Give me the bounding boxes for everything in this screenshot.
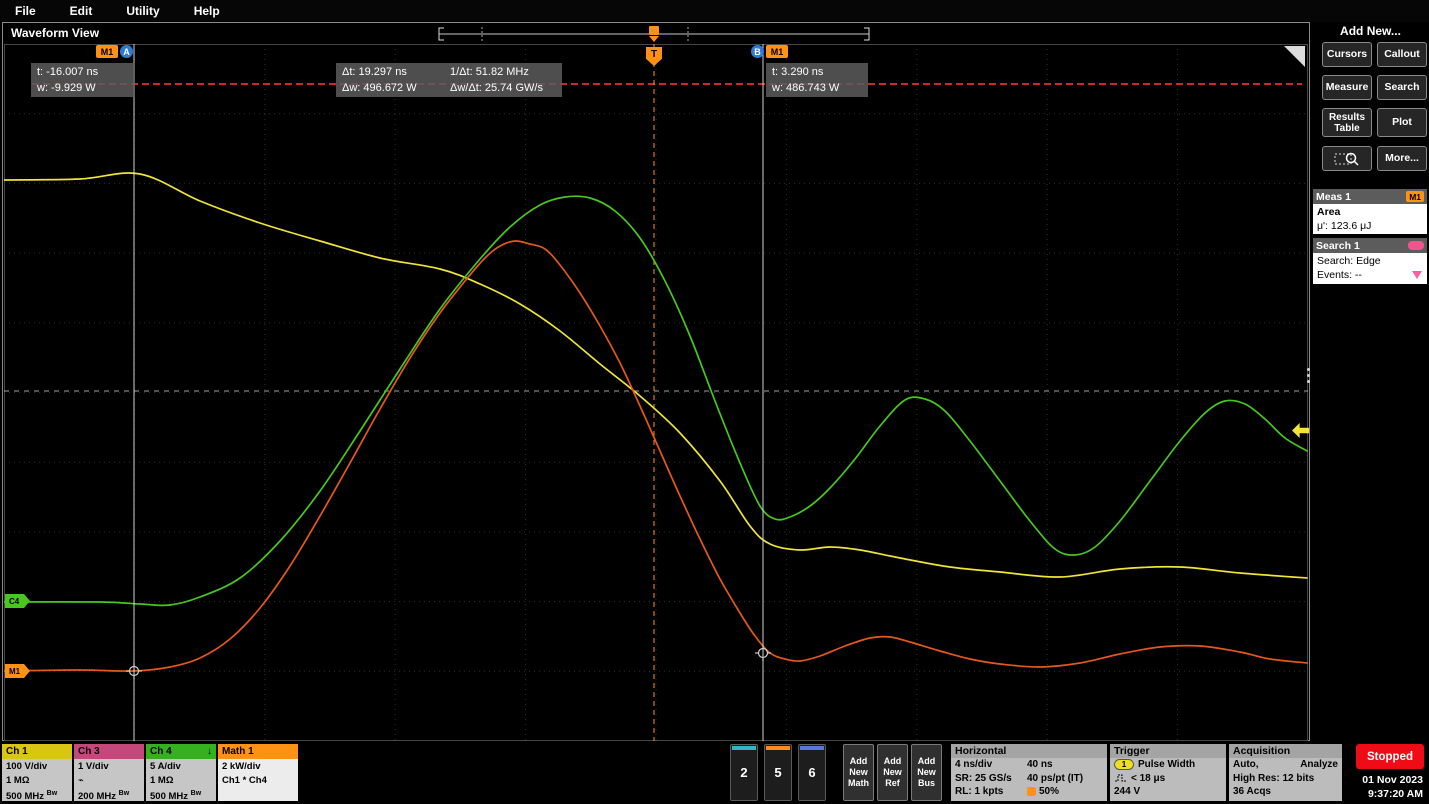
zoom-mode-button[interactable] — [1322, 146, 1372, 171]
menu-bar: File Edit Utility Help — [0, 0, 1429, 22]
add-new-math-button[interactable]: AddNewMath — [843, 744, 874, 801]
add-new-bus-button[interactable]: AddNewBus — [911, 744, 942, 801]
search1-header: Search 1 — [1316, 240, 1360, 252]
ch3-badge[interactable]: Ch 3 1 V/div ⌁ 200 MHz Bw — [74, 744, 144, 801]
ch3-coupling-icon: ⌁ — [78, 774, 140, 788]
cursor-a-readout: t: -16.007 ns w: -9.929 W — [31, 63, 135, 97]
plot-button[interactable]: Plot — [1377, 108, 1427, 137]
waveform-view-panel: Waveform View — [2, 22, 1310, 741]
results-sidebar: Add New... Cursors Callout Measure Searc… — [1312, 22, 1429, 741]
settings-bar: Ch 1 100 V/div 1 MΩ 500 MHz Bw Ch 3 1 V/… — [0, 741, 1429, 804]
acquisition-panel[interactable]: Acquisition Auto,Analyze High Res: 12 bi… — [1229, 744, 1342, 801]
graticule-grid — [4, 44, 1308, 741]
ch5-button[interactable]: 5 — [764, 744, 792, 801]
results-table-button[interactable]: Results Table — [1322, 108, 1372, 137]
horizontal-panel[interactable]: Horizontal 4 ns/div40 ns SR: 25 GS/s40 p… — [951, 744, 1107, 801]
cursor-delta-readout: Δt: 19.297 ns1/Δt: 51.82 MHz Δw: 496.672… — [336, 63, 562, 97]
ch2-color-stripe — [732, 746, 756, 750]
minimap-trigger-icon[interactable] — [649, 26, 659, 42]
cursor-a-badge[interactable]: A — [120, 45, 133, 58]
measure-button[interactable]: Measure — [1322, 75, 1372, 100]
panel-splitter-handle[interactable] — [1307, 368, 1310, 383]
ch4-clipping-arrow-icon: ↓ — [207, 746, 212, 757]
ch5-color-stripe — [766, 746, 790, 750]
ch1-badge[interactable]: Ch 1 100 V/div 1 MΩ 500 MHz Bw — [2, 744, 72, 801]
search1-events: Events: -- — [1317, 268, 1423, 282]
menu-help[interactable]: Help — [194, 4, 220, 18]
search-button[interactable]: Search — [1377, 75, 1427, 100]
ch2-button[interactable]: 2 — [730, 744, 758, 801]
trigger-source-badge: 1 — [1114, 759, 1134, 770]
waveform-view-title: Waveform View — [11, 26, 99, 40]
more-button[interactable]: More... — [1377, 146, 1427, 171]
pulse-width-icon — [1114, 773, 1128, 783]
add-new-ref-button[interactable]: AddNewRef — [877, 744, 908, 801]
menu-utility[interactable]: Utility — [126, 4, 159, 18]
trigger-panel[interactable]: Trigger 1Pulse Width < 18 μs 244 V — [1110, 744, 1226, 801]
trace-math1 — [4, 241, 1307, 671]
math1-badge[interactable]: Math 1 2 kW/div Ch1 * Ch4 — [218, 744, 298, 801]
cursor-b-badge[interactable]: B — [751, 45, 764, 58]
cursors-button[interactable]: Cursors — [1322, 42, 1372, 67]
waveform-plot — [4, 44, 1308, 741]
meas1-result-panel[interactable]: Meas 1 M1 Area μ': 123.6 μJ — [1313, 189, 1427, 234]
search-marker-icon — [1412, 271, 1422, 279]
menu-file[interactable]: File — [15, 4, 36, 18]
search1-marker-badge — [1408, 241, 1424, 250]
cursor-b-m1-badge[interactable]: M1 — [766, 45, 788, 58]
magnifier-icon — [1334, 151, 1360, 167]
record-view-minimap[interactable] — [437, 25, 871, 43]
oscilloscope-app: File Edit Utility Help Waveform View — [0, 0, 1429, 804]
search1-type: Search: Edge — [1317, 254, 1423, 268]
run-stop-button[interactable]: Stopped — [1356, 744, 1424, 769]
search1-result-panel[interactable]: Search 1 Search: Edge Events: -- — [1313, 238, 1427, 284]
datetime-display: 01 Nov 2023 9:37:20 AM — [1340, 774, 1426, 801]
meas1-header: Meas 1 — [1316, 191, 1351, 203]
callout-button[interactable]: Callout — [1377, 42, 1427, 67]
meas1-name: Area — [1317, 205, 1423, 219]
menu-edit[interactable]: Edit — [70, 4, 93, 18]
trace-ch1 — [4, 173, 1307, 578]
meas1-source-badge: M1 — [1406, 191, 1424, 202]
add-new-title: Add New... — [1312, 24, 1429, 38]
meas1-value: μ': 123.6 μJ — [1317, 219, 1423, 233]
ch4-badge[interactable]: Ch 4 ↓ 5 A/div 1 MΩ 500 MHz Bw — [146, 744, 216, 801]
cursor-a-m1-badge[interactable]: M1 — [96, 45, 118, 58]
trigger-position-icon — [1027, 787, 1036, 796]
cursor-b-readout: t: 3.290 ns w: 486.743 W — [766, 63, 868, 97]
ch6-button[interactable]: 6 — [798, 744, 826, 801]
ch6-color-stripe — [800, 746, 824, 750]
draw-a-box-icon[interactable] — [1284, 46, 1305, 67]
